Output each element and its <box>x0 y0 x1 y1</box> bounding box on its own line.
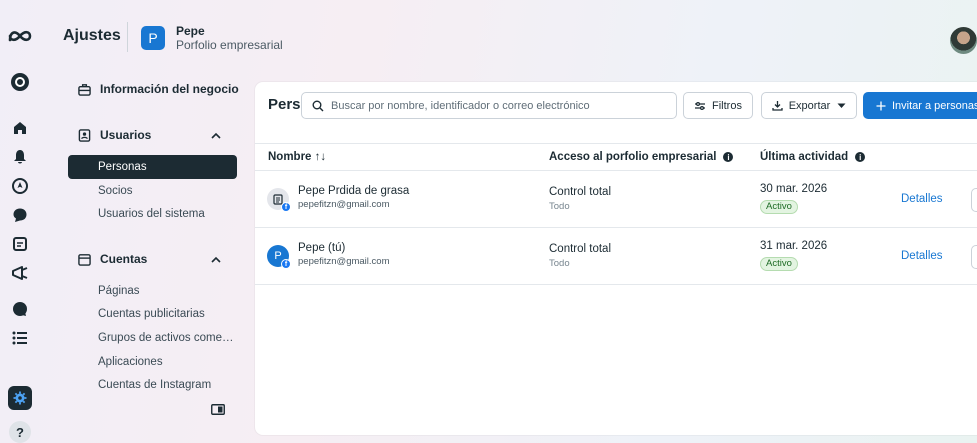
last-activity-date: 30 mar. 2026 <box>760 183 828 195</box>
collapse-sidebar-icon[interactable] <box>211 404 225 415</box>
download-icon <box>772 101 783 111</box>
facebook-badge-icon: f <box>281 202 291 212</box>
account-avatar-icon[interactable] <box>8 70 32 94</box>
menu-list-icon[interactable] <box>8 326 32 350</box>
page-title: Ajustes <box>63 27 121 44</box>
export-button[interactable]: Exportar <box>761 92 857 119</box>
portfolio-type[interactable]: Porfolio empresarial <box>176 38 283 52</box>
nav-ad-accounts[interactable]: Cuentas publicitarias <box>98 308 205 320</box>
nav-business-info[interactable]: Información del negocio <box>78 82 239 96</box>
nav-users-label: Usuarios <box>100 128 152 142</box>
details-link[interactable]: Detalles <box>901 193 943 205</box>
user-avatar[interactable] <box>950 27 977 54</box>
export-label: Exportar <box>788 99 831 112</box>
col-access-label: Acceso al porfolio empresarial <box>549 151 717 163</box>
more-options-button[interactable] <box>971 188 977 212</box>
nav-users-section[interactable]: Usuarios <box>78 128 151 142</box>
plus-icon <box>876 101 886 110</box>
help-icon[interactable]: ? <box>8 420 32 443</box>
chevron-up-icon[interactable] <box>210 254 222 266</box>
col-name[interactable]: Nombre ↑↓ <box>268 151 326 163</box>
meta-logo-icon[interactable] <box>6 24 34 48</box>
chevron-up-icon[interactable] <box>210 130 222 142</box>
person-name: Pepe Prdida de grasa <box>298 185 410 197</box>
caret-down-icon <box>837 103 846 108</box>
info-icon[interactable]: i <box>723 152 734 162</box>
nav-system-users[interactable]: Usuarios del sistema <box>98 208 205 220</box>
status-badge: Activo <box>760 257 798 271</box>
nav-instagram-accounts[interactable]: Cuentas de Instagram <box>98 379 211 391</box>
nav-accounts-section[interactable]: Cuentas <box>78 252 147 266</box>
settings-gear-icon[interactable] <box>8 386 32 410</box>
table-row[interactable]: f Pepe Prdida de grasa pepefitzn@gmail.c… <box>255 171 977 228</box>
nav-business-info-label: Información del negocio <box>100 82 239 96</box>
col-activity: Última actividad i <box>760 151 866 163</box>
nav-asset-groups[interactable]: Grupos de activos come… <box>98 332 234 344</box>
search-box[interactable] <box>301 92 677 119</box>
invite-label: Invitar a personas <box>892 99 977 112</box>
nav-personas[interactable]: Personas <box>68 155 237 179</box>
bell-icon[interactable] <box>8 145 32 169</box>
nav-socios[interactable]: Socios <box>98 185 133 197</box>
left-rail: ? <box>0 0 40 443</box>
filters-button[interactable]: Filtros <box>683 92 753 119</box>
compass-icon[interactable] <box>8 174 32 198</box>
nav-accounts-label: Cuentas <box>100 252 148 266</box>
header-divider <box>127 22 128 52</box>
nav-apps[interactable]: Aplicaciones <box>98 356 163 368</box>
filters-label: Filtros <box>712 99 742 112</box>
more-options-button[interactable] <box>971 245 977 269</box>
person-email: pepefitzn@gmail.com <box>298 256 390 267</box>
person-email: pepefitzn@gmail.com <box>298 199 390 210</box>
col-access: Acceso al porfolio empresarial i <box>549 151 734 163</box>
status-badge: Activo <box>760 200 798 214</box>
access-level: Control total <box>549 243 612 255</box>
table-header: Nombre ↑↓ Acceso al porfolio empresarial… <box>255 143 977 171</box>
person-name: Pepe (tú) <box>298 242 346 254</box>
id-card-icon <box>78 128 91 142</box>
search-input[interactable] <box>331 99 661 112</box>
insights-icon[interactable] <box>8 297 32 321</box>
info-icon[interactable]: i <box>855 152 866 162</box>
people-panel: Personas Filtros Exportar Invitar a pers… <box>255 82 977 435</box>
col-activity-label: Última actividad <box>760 151 849 163</box>
access-level: Control total <box>549 186 612 198</box>
search-icon <box>312 100 324 111</box>
last-activity-date: 31 mar. 2026 <box>760 240 828 252</box>
portfolio-avatar[interactable]: P <box>141 26 165 50</box>
home-icon[interactable] <box>8 116 32 140</box>
facebook-badge-icon: f <box>281 259 291 269</box>
invite-people-button[interactable]: Invitar a personas <box>863 92 977 119</box>
table-row[interactable]: P f Pepe (tú) pepefitzn@gmail.com Contro… <box>255 228 977 285</box>
briefcase-icon <box>78 83 91 96</box>
details-link[interactable]: Detalles <box>901 250 943 262</box>
ads-megaphone-icon[interactable] <box>8 261 32 285</box>
chat-icon[interactable] <box>8 203 32 227</box>
nav-pages[interactable]: Páginas <box>98 285 140 297</box>
sliders-icon <box>695 101 706 110</box>
access-scope: Todo <box>549 201 570 212</box>
content-calendar-icon[interactable] <box>8 232 32 256</box>
folder-icon <box>78 253 91 266</box>
portfolio-name[interactable]: Pepe <box>176 24 205 38</box>
help-label: ? <box>9 421 31 443</box>
access-scope: Todo <box>549 258 570 269</box>
